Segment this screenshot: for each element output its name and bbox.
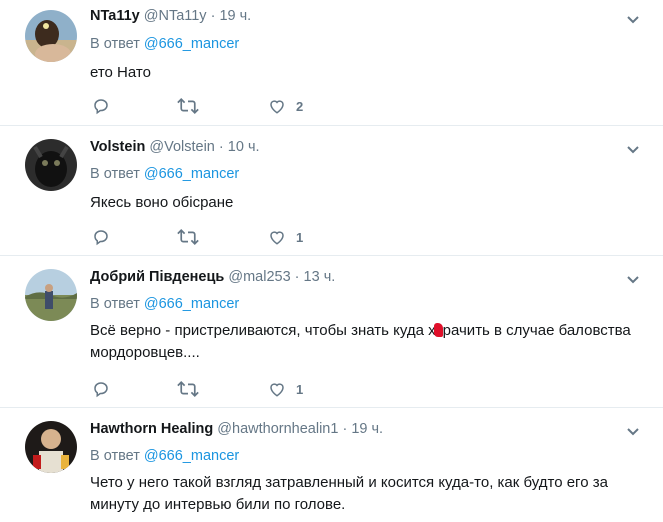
avatar[interactable] [25, 139, 77, 191]
reply-to: В ответ @666_mancer [90, 296, 239, 312]
reply-icon [94, 99, 108, 115]
timestamp[interactable]: 19 ч. [219, 8, 251, 24]
reply-mention[interactable]: @666_mancer [144, 36, 239, 52]
retweet-icon [177, 381, 199, 397]
timestamp[interactable]: 13 ч. [304, 269, 336, 285]
tweet-header: Hawthorn Healing @hawthornhealin1 · 19 ч… [90, 421, 383, 437]
retweet-button[interactable] [177, 95, 199, 117]
reply-prefix: В ответ [90, 36, 140, 52]
avatar[interactable] [25, 10, 77, 62]
chevron-down-icon[interactable] [625, 12, 641, 28]
avatar[interactable] [25, 269, 77, 321]
like-icon [270, 383, 284, 397]
tweet-text: Якесь воно обісране [90, 192, 650, 214]
separator-dot: · [218, 139, 224, 155]
like-button[interactable]: 1 [268, 378, 303, 400]
reply-to: В ответ @666_mancer [90, 166, 239, 182]
tweet-text-line: мордоровцев.... [90, 344, 200, 361]
user-handle[interactable]: @NTa11y [144, 8, 207, 24]
chevron-down-icon[interactable] [625, 142, 641, 158]
like-icon [270, 100, 284, 114]
separator-dot: · [210, 8, 216, 24]
tweet-text: Всё верно - пристреливаются, чтобы знать… [90, 320, 650, 364]
tweet-text: ето Нато [90, 62, 650, 84]
retweet-icon [177, 229, 199, 245]
separator-dot: · [342, 421, 348, 437]
tweet-header: Volstein @Volstein · 10 ч. [90, 139, 260, 155]
like-count: 2 [296, 98, 304, 114]
reply-button[interactable] [92, 95, 110, 117]
avatar[interactable] [25, 421, 77, 473]
user-handle[interactable]: @Volstein [149, 139, 215, 155]
reply-to: В ответ @666_mancer [90, 448, 239, 464]
retweet-button[interactable] [177, 378, 199, 400]
like-count: 1 [296, 229, 304, 245]
like-button[interactable]: 1 [268, 226, 303, 248]
reply-mention[interactable]: @666_mancer [144, 448, 239, 464]
user-name[interactable]: NTa11y [90, 8, 140, 24]
reply-mention[interactable]: @666_mancer [144, 166, 239, 182]
tweet-text-line: Якесь воно обісране [90, 194, 234, 211]
tweet: Hawthorn Healing @hawthornhealin1 · 19 ч… [0, 408, 663, 522]
user-handle[interactable]: @mal253 [228, 269, 290, 285]
reply-prefix: В ответ [90, 448, 140, 464]
tweet-text: Чето у него такой взгляд затравленный и … [90, 472, 650, 516]
reply-icon [94, 230, 108, 246]
reply-to: В ответ @666_mancer [90, 36, 239, 52]
chevron-down-icon[interactable] [625, 272, 641, 288]
reply-prefix: В ответ [90, 296, 140, 312]
redaction-mark [433, 323, 443, 337]
tweet-text-line: ето Нато [90, 64, 151, 81]
like-icon [270, 231, 284, 245]
like-count: 1 [296, 381, 304, 397]
user-name[interactable]: Volstein [90, 139, 145, 155]
tweet-header: Добрий Південець @mal253 · 13 ч. [90, 269, 335, 285]
tweet-text-line: Чето у него такой взгляд затравленный и … [90, 474, 608, 491]
like-button[interactable]: 2 [268, 95, 303, 117]
reply-button[interactable] [92, 378, 110, 400]
tweet-text-line: минуту до интервью били по голове. [90, 496, 346, 513]
retweet-button[interactable] [177, 226, 199, 248]
tweet: Добрий Південець @mal253 · 13 ч. В ответ… [0, 256, 663, 408]
tweet-text-line: Всё верно - пристреливаются, чтобы знать… [90, 322, 631, 339]
user-name[interactable]: Hawthorn Healing [90, 421, 213, 437]
tweet-header: NTa11y @NTa11y · 19 ч. [90, 8, 251, 24]
user-name[interactable]: Добрий Південець [90, 269, 224, 285]
tweet: NTa11y @NTa11y · 19 ч. В ответ @666_manc… [0, 0, 663, 125]
chevron-down-icon[interactable] [625, 424, 641, 440]
retweet-icon [177, 98, 199, 114]
reply-icon [94, 382, 108, 398]
tweet: Volstein @Volstein · 10 ч. В ответ @666_… [0, 126, 663, 256]
user-handle[interactable]: @hawthornhealin1 [217, 421, 338, 437]
reply-mention[interactable]: @666_mancer [144, 296, 239, 312]
timestamp[interactable]: 10 ч. [228, 139, 260, 155]
reply-prefix: В ответ [90, 166, 140, 182]
timestamp[interactable]: 19 ч. [351, 421, 383, 437]
reply-button[interactable] [92, 226, 110, 248]
separator-dot: · [294, 269, 300, 285]
